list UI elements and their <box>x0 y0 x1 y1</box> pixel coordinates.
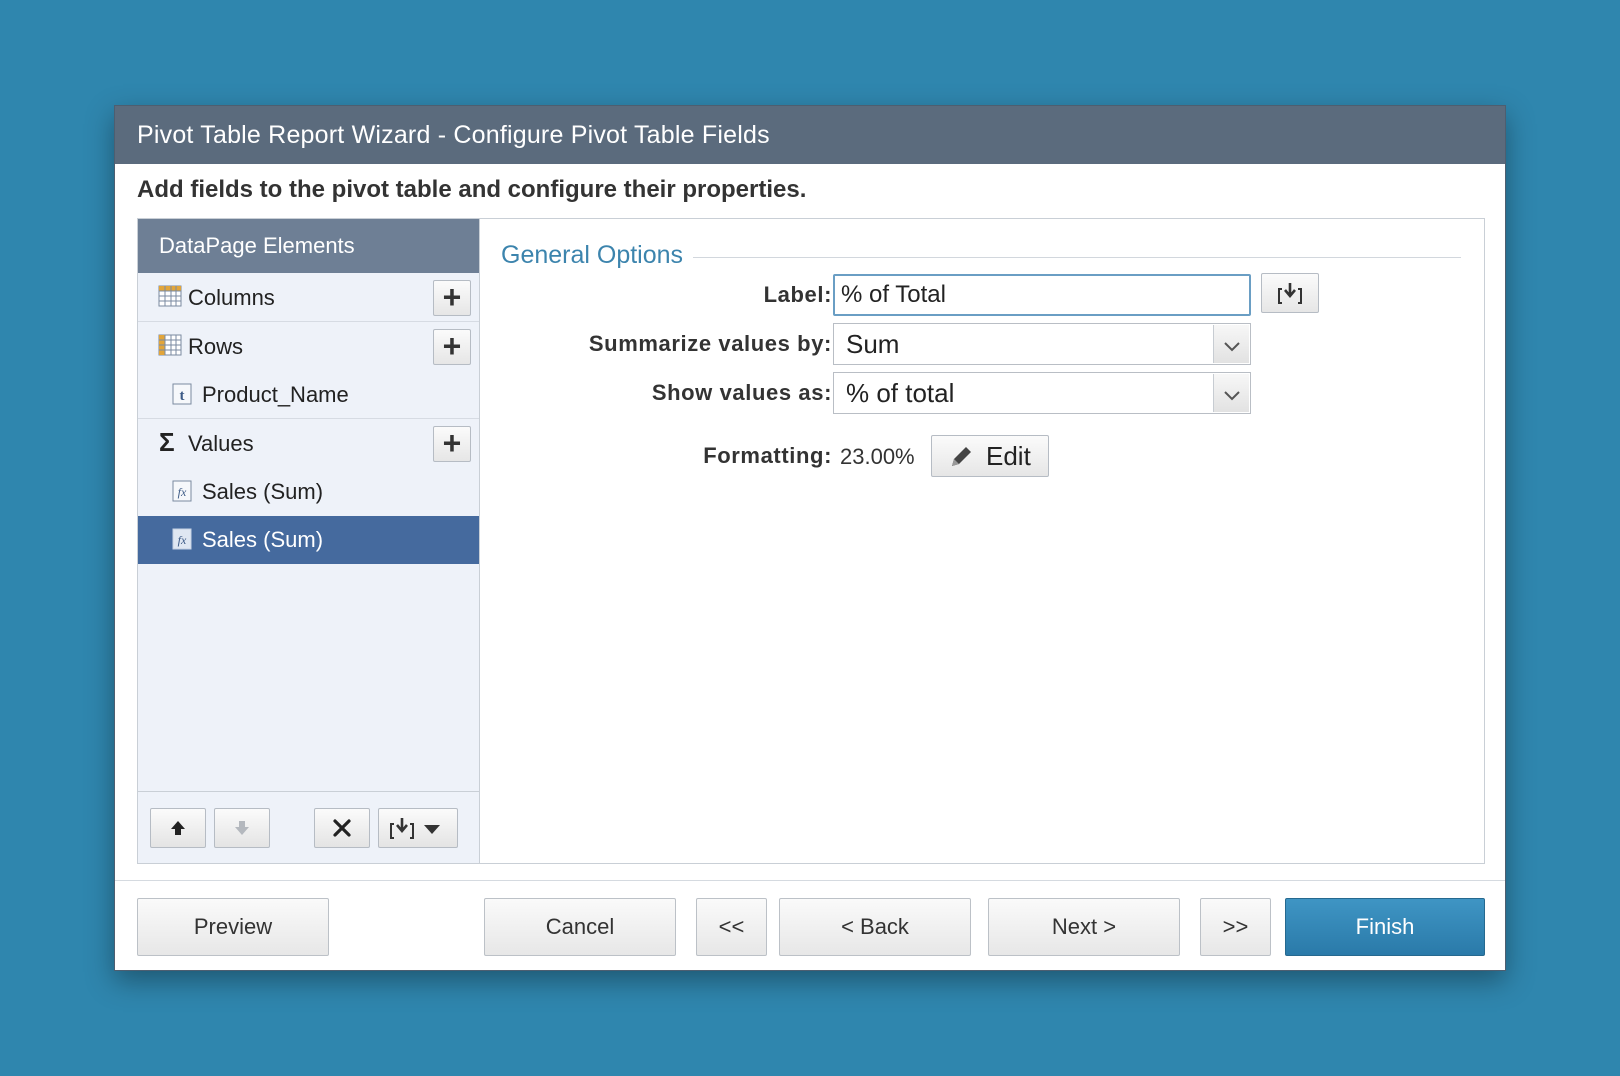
svg-text:fx: fx <box>178 533 187 547</box>
insert-dropdown-button[interactable] <box>378 808 458 848</box>
move-down-button[interactable] <box>214 808 270 848</box>
summarize-label: Summarize values by: <box>588 331 832 356</box>
group-columns[interactable]: Columns + <box>138 273 479 322</box>
first-step-button[interactable]: << <box>696 898 767 956</box>
group-label-values: Values <box>188 431 254 456</box>
formula-icon: fx <box>172 480 192 502</box>
edit-formatting-button[interactable]: Edit <box>931 435 1049 477</box>
summarize-select[interactable]: Sum <box>833 323 1251 365</box>
dialog-subtitle: Add fields to the pivot table and config… <box>137 176 807 203</box>
show-as-label: Show values as: <box>651 380 832 405</box>
chevron-down-icon <box>1224 342 1240 352</box>
group-label-columns: Columns <box>188 285 275 310</box>
last-step-button[interactable]: >> <box>1200 898 1271 956</box>
sidebar-header: DataPage Elements <box>138 219 479 273</box>
svg-text:fx: fx <box>178 485 187 499</box>
show-as-dropdown-arrow[interactable] <box>1213 374 1249 412</box>
move-up-button[interactable] <box>150 808 206 848</box>
general-options-area: General Options Label: % of Total Summar… <box>481 219 1484 863</box>
table-grid-icon <box>158 285 182 307</box>
insert-parameter-button[interactable] <box>1261 273 1319 313</box>
insert-dropdown-icon <box>390 818 440 839</box>
next-button[interactable]: Next > <box>988 898 1180 956</box>
summarize-value: Sum <box>846 329 900 359</box>
label-input[interactable]: % of Total <box>833 274 1251 316</box>
finish-button[interactable]: Finish <box>1285 898 1485 956</box>
footer-divider <box>115 880 1505 881</box>
datapage-elements-sidebar: DataPage Elements Columns + Rows + t Pro… <box>138 219 480 863</box>
add-column-button[interactable]: + <box>433 280 471 316</box>
svg-text:t: t <box>180 388 185 404</box>
up-arrow-icon <box>171 821 185 835</box>
add-row-button[interactable]: + <box>433 329 471 365</box>
group-label-rows: Rows <box>188 334 244 359</box>
text-field-icon: t <box>172 383 192 405</box>
sidebar-toolbar <box>138 791 479 863</box>
add-value-button[interactable]: + <box>433 426 471 462</box>
delete-x-icon <box>333 819 351 837</box>
down-arrow-icon <box>235 821 249 835</box>
label-field-label: Label: <box>763 282 832 307</box>
formatting-value: 23.00% <box>840 444 915 469</box>
field-sales-sum-1[interactable]: fx Sales (Sum) <box>138 468 479 516</box>
insert-icon <box>1278 283 1302 304</box>
formatting-label: Formatting: <box>703 443 832 468</box>
chevron-down-icon <box>1224 391 1240 401</box>
dialog-title: Pivot Table Report Wizard - Configure Pi… <box>115 106 1505 164</box>
field-label: Product_Name <box>202 382 349 407</box>
group-rows[interactable]: Rows + <box>138 322 479 371</box>
sigma-icon: Σ <box>159 427 175 457</box>
group-values[interactable]: Σ Values + <box>138 419 479 468</box>
edit-label: Edit <box>986 441 1031 471</box>
cancel-button[interactable]: Cancel <box>484 898 676 956</box>
show-as-value: % of total <box>846 378 955 408</box>
summarize-dropdown-arrow[interactable] <box>1213 325 1249 363</box>
preview-button[interactable]: Preview <box>137 898 329 956</box>
formula-icon: fx <box>172 528 192 550</box>
general-options-legend: General Options <box>501 241 694 270</box>
pencil-icon <box>952 447 971 466</box>
content-panel: DataPage Elements Columns + Rows + t Pro… <box>137 218 1485 864</box>
field-sales-sum-2-selected[interactable]: fx Sales (Sum) <box>138 516 479 564</box>
field-label: Sales (Sum) <box>202 479 324 504</box>
back-button[interactable]: < Back <box>779 898 971 956</box>
field-product-name[interactable]: t Product_Name <box>138 371 479 419</box>
delete-button[interactable] <box>314 808 370 848</box>
pivot-wizard-dialog: Pivot Table Report Wizard - Configure Pi… <box>114 105 1506 971</box>
show-as-select[interactable]: % of total <box>833 372 1251 414</box>
table-grid-icon <box>158 334 182 356</box>
field-label: Sales (Sum) <box>202 527 324 552</box>
